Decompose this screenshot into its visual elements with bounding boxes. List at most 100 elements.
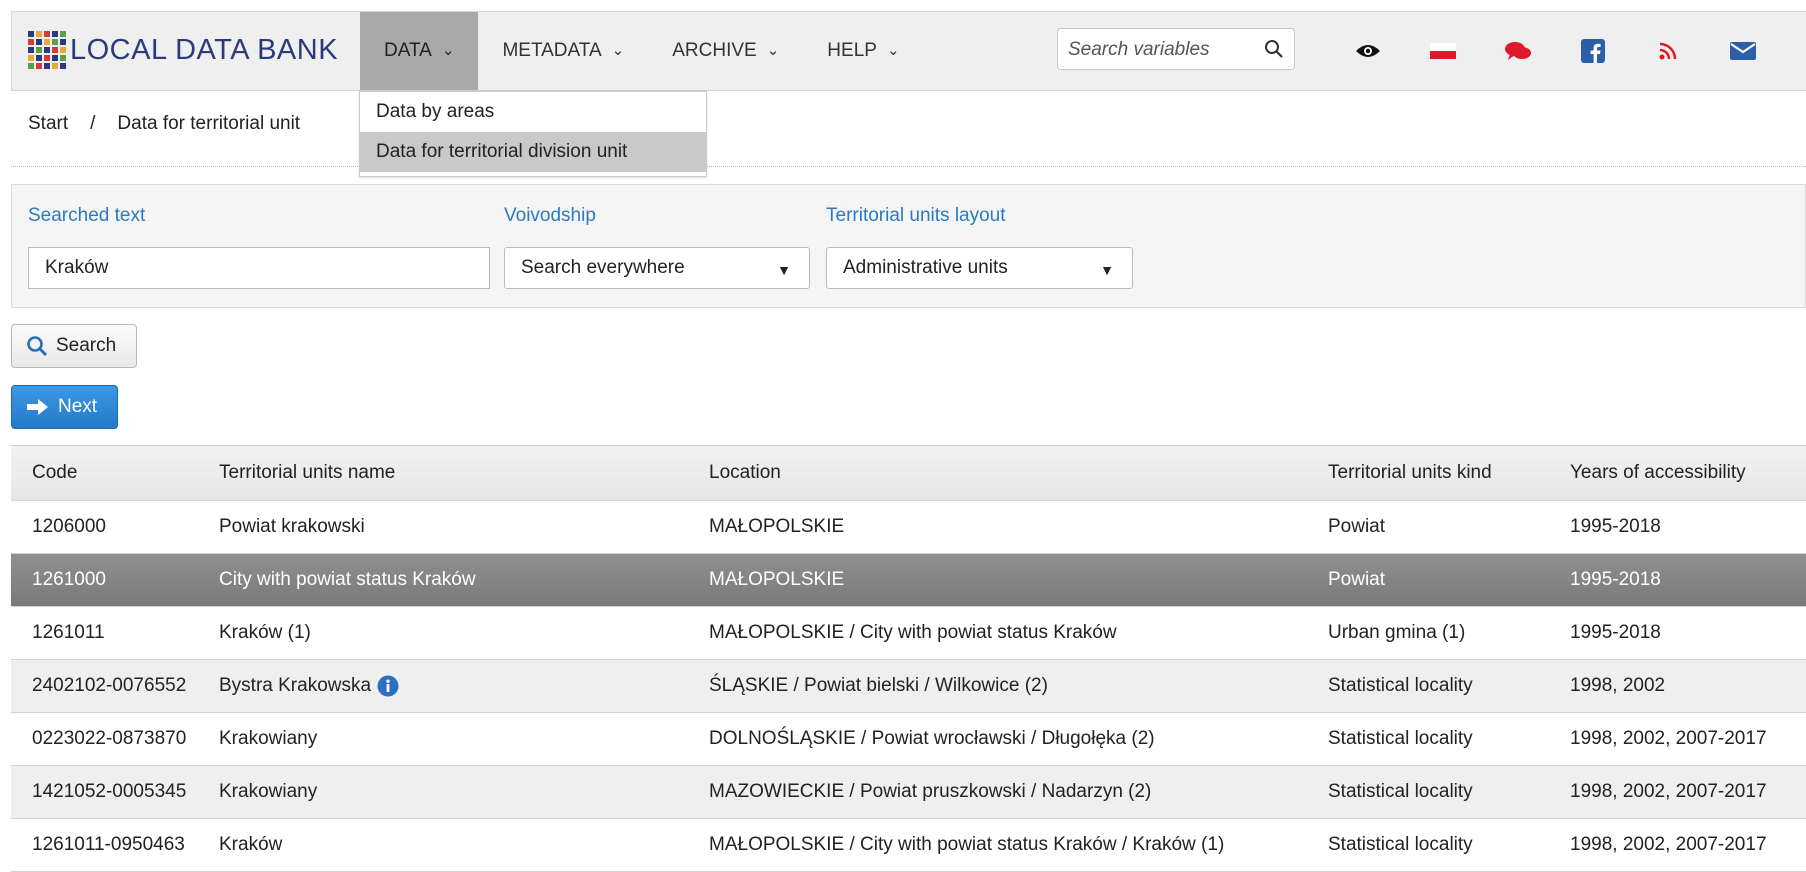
chat-icon[interactable] — [1480, 34, 1555, 68]
logo[interactable]: LOCAL DATA BANK — [28, 30, 338, 70]
searched-text-label: Searched text — [28, 205, 146, 226]
cell-location: MAŁOPOLSKIE / City with powiat status Kr… — [709, 622, 1117, 643]
cell-code: 2402102-0076552 — [32, 675, 187, 696]
column-header-kind[interactable]: Territorial units kind — [1328, 462, 1570, 484]
cell-years: 1998, 2002, 2007-2017 — [1570, 728, 1767, 749]
cell-kind: Statistical locality — [1328, 675, 1473, 696]
voivodship-value: Search everywhere — [521, 257, 685, 278]
cell-kind: Powiat — [1328, 569, 1386, 590]
territorial-units-layout-label: Territorial units layout — [826, 205, 1006, 226]
cell-years: 1998, 2002, 2007-2017 — [1570, 781, 1767, 802]
header-icons — [1330, 34, 1806, 68]
menu-item-data-for-territorial-division-unit[interactable]: Data for territorial division unit — [360, 132, 706, 172]
cell-name-text: Krakowiany — [219, 781, 318, 802]
breadcrumb-separator: / — [90, 113, 96, 134]
rss-icon[interactable] — [1630, 34, 1705, 68]
chevron-down-icon: ⌄ — [886, 42, 900, 59]
table-row[interactable]: 2402102-0076552 Bystra Krakowska ŚLĄSKIE… — [11, 660, 1806, 713]
cell-code: 1206000 — [32, 516, 106, 537]
nav-archive[interactable]: ARCHIVE ⌄ — [648, 12, 803, 90]
column-header-location[interactable]: Location — [709, 462, 1328, 484]
table-header-row: Code Territorial units name Location Ter… — [11, 445, 1806, 501]
cell-name: City with powiat status Kraków — [219, 569, 709, 591]
cell-location: ŚLĄSKIE / Powiat bielski / Wilkowice (2) — [709, 675, 1048, 696]
breadcrumb: Start / Data for territorial unit — [28, 113, 300, 135]
search-icon[interactable] — [1264, 39, 1284, 59]
table-row-selected[interactable]: 1261000 City with powiat status Kraków M… — [11, 554, 1806, 607]
cell-years: 1998, 2002, 2007-2017 — [1570, 834, 1767, 855]
cell-name-text: City with powiat status Kraków — [219, 569, 476, 590]
cell-name: Krakowiany — [219, 728, 709, 750]
cell-kind: Statistical locality — [1328, 834, 1473, 855]
column-header-years[interactable]: Years of accessibility — [1570, 462, 1806, 484]
search-variables-input[interactable] — [1066, 29, 1260, 71]
cell-kind: Statistical locality — [1328, 728, 1473, 749]
cell-name: Powiat krakowski — [219, 516, 709, 538]
column-header-name[interactable]: Territorial units name — [219, 462, 709, 484]
dropdown-arrow-icon: ▼ — [777, 262, 791, 278]
cell-years: 1995-2018 — [1570, 622, 1661, 643]
search-button-label: Search — [56, 335, 117, 356]
cell-name: Krakowiany — [219, 781, 709, 803]
menu-item-data-by-areas[interactable]: Data by areas — [360, 92, 706, 132]
column-header-code[interactable]: Code — [11, 462, 219, 484]
nav-help[interactable]: HELP ⌄ — [803, 12, 923, 90]
filter-panel: Searched text Voivodship Territorial uni… — [11, 184, 1806, 308]
cell-code: 1421052-0005345 — [32, 781, 187, 802]
nav-metadata-label: METADATA — [502, 40, 602, 61]
voivodship-select[interactable]: Search everywhere ▼ — [504, 247, 810, 289]
table-row[interactable]: 0223022-0873870 Krakowiany DOLNOŚLĄSKIE … — [11, 713, 1806, 766]
search-button[interactable]: Search — [11, 324, 137, 368]
cell-location: MAŁOPOLSKIE — [709, 516, 845, 537]
cell-years: 1995-2018 — [1570, 569, 1661, 590]
nav-metadata[interactable]: METADATA ⌄ — [478, 12, 648, 90]
top-header: LOCAL DATA BANK DATA ⌄ METADATA ⌄ ARCHIV… — [11, 11, 1806, 91]
nav-archive-label: ARCHIVE — [672, 40, 757, 61]
cell-name: Bystra Krakowska — [219, 675, 709, 697]
table-row[interactable]: 1261011-0950463 Kraków MAŁOPOLSKIE / Cit… — [11, 819, 1806, 872]
polish-flag-icon[interactable] — [1405, 34, 1480, 68]
next-button-label: Next — [58, 396, 98, 417]
divider — [11, 166, 1806, 167]
nav-help-label: HELP — [827, 40, 877, 61]
data-dropdown-menu: Data by areas Data for territorial divis… — [359, 91, 707, 177]
breadcrumb-start[interactable]: Start — [28, 113, 68, 135]
table-row[interactable]: 1421052-0005345 Krakowiany MAZOWIECKIE /… — [11, 766, 1806, 819]
facebook-icon[interactable] — [1555, 34, 1630, 68]
cell-code: 0223022-0873870 — [32, 728, 187, 749]
layout-value: Administrative units — [843, 257, 1008, 278]
chevron-down-icon: ⌄ — [766, 42, 780, 59]
cell-code: 1261011-0950463 — [32, 834, 185, 855]
cell-location: MAZOWIECKIE / Powiat pruszkowski / Nadar… — [709, 781, 1152, 802]
cell-location: MAŁOPOLSKIE — [709, 569, 845, 590]
breadcrumb-current: Data for territorial unit — [117, 113, 301, 134]
cell-name-text: Kraków (1) — [219, 622, 311, 643]
searched-text-value: Kraków — [45, 257, 109, 278]
cell-name: Kraków (1) — [219, 622, 709, 644]
logo-text: LOCAL DATA BANK — [70, 33, 339, 66]
chevron-down-icon: ⌄ — [441, 42, 455, 59]
mail-icon[interactable] — [1705, 34, 1780, 68]
nav-data[interactable]: DATA ⌄ — [360, 12, 479, 90]
table-row[interactable]: 1261011 Kraków (1) MAŁOPOLSKIE / City wi… — [11, 607, 1806, 660]
cell-code: 1261011 — [32, 622, 105, 643]
cell-kind: Statistical locality — [1328, 781, 1473, 802]
cell-name-text: Krakowiany — [219, 728, 318, 749]
arrow-right-icon — [27, 399, 48, 415]
territorial-units-table: Code Territorial units name Location Ter… — [11, 445, 1806, 872]
table-row[interactable]: 1206000 Powiat krakowski MAŁOPOLSKIE Pow… — [11, 501, 1806, 554]
cell-years: 1995-2018 — [1570, 516, 1661, 537]
cell-kind: Powiat — [1328, 516, 1386, 537]
variable-search — [1057, 28, 1295, 71]
cell-location: DOLNOŚLĄSKIE / Powiat wrocławski / Długo… — [709, 728, 1155, 749]
lock-icon[interactable] — [1780, 34, 1806, 68]
main-nav: DATA ⌄ METADATA ⌄ ARCHIVE ⌄ HELP ⌄ — [360, 12, 924, 90]
eye-icon[interactable] — [1330, 34, 1405, 68]
searched-text-input[interactable]: Kraków — [28, 247, 490, 289]
territorial-units-layout-select[interactable]: Administrative units ▼ — [826, 247, 1133, 289]
nav-data-label: DATA — [384, 40, 432, 61]
dropdown-arrow-icon: ▼ — [1100, 262, 1114, 278]
cell-name-text: Bystra Krakowska — [219, 675, 372, 696]
info-icon[interactable] — [377, 675, 399, 697]
next-button[interactable]: Next — [11, 385, 118, 429]
